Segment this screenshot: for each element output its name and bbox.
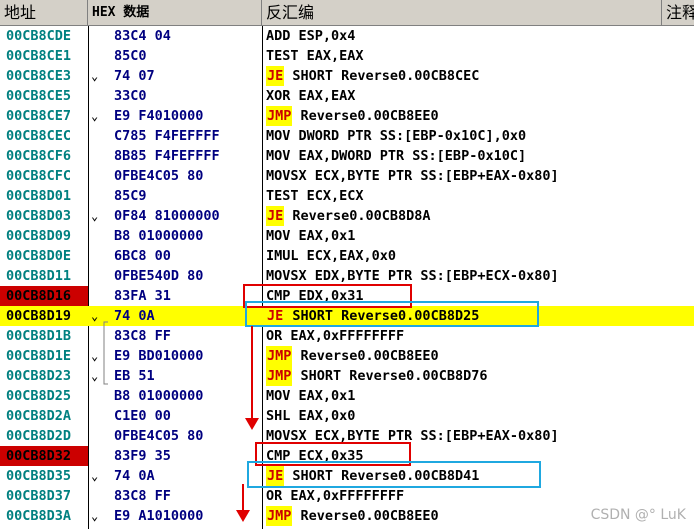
watermark: CSDN @° LuK — [590, 507, 686, 523]
disassembly-view: 地址 HEX 数据 反汇编 注释 00CB8CDE83C4 04ADD ESP,… — [0, 0, 694, 529]
red-arrow-head-icon — [236, 510, 250, 522]
je-highlight-box — [245, 301, 539, 327]
annotation-overlay — [103, 284, 541, 522]
cmp-highlight-box — [243, 284, 412, 308]
red-arrow-head-icon — [245, 418, 259, 430]
jump-flow-line — [103, 321, 108, 385]
